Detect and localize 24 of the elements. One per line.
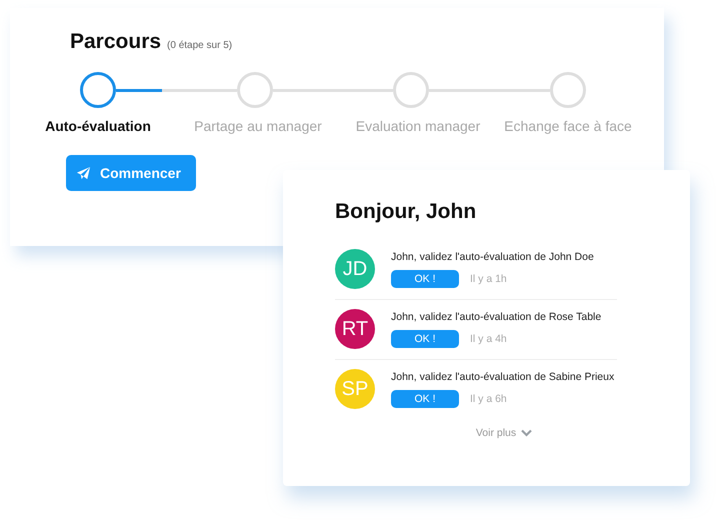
ok-button[interactable]: OK !: [391, 330, 459, 348]
ok-button[interactable]: OK !: [391, 390, 459, 408]
paper-plane-icon: [76, 166, 91, 180]
step-label: Evaluation manager: [356, 118, 480, 134]
step-label: Echange face à face: [504, 118, 632, 134]
avatar: SP: [335, 369, 375, 409]
avatar: RT: [335, 309, 375, 349]
greeting: Bonjour, John: [335, 200, 478, 224]
timestamp: Il y a 4h: [470, 332, 507, 344]
journey-title: Parcours: [70, 30, 162, 54]
avatar: JD: [335, 249, 375, 289]
chevron-down-icon: [521, 429, 532, 437]
start-button[interactable]: Commencer: [66, 155, 196, 191]
step-label: Auto-évaluation: [45, 118, 151, 134]
notification-message: John, validez l'auto-évaluation de John Doe: [391, 250, 594, 262]
timestamp: Il y a 1h: [470, 272, 507, 284]
step-count: (0 étape sur 5): [167, 40, 232, 51]
ok-button[interactable]: OK !: [391, 270, 459, 288]
notification-message: John, validez l'auto-évaluation de Rose Table: [391, 310, 602, 322]
timestamp: Il y a 6h: [470, 392, 507, 404]
step-label: Partage au manager: [194, 118, 322, 134]
step-circle[interactable]: [80, 72, 116, 108]
see-more-link[interactable]: Voir plus: [476, 427, 532, 439]
notification-message: John, validez l'auto-évaluation de Sabine Prieux: [391, 370, 614, 382]
